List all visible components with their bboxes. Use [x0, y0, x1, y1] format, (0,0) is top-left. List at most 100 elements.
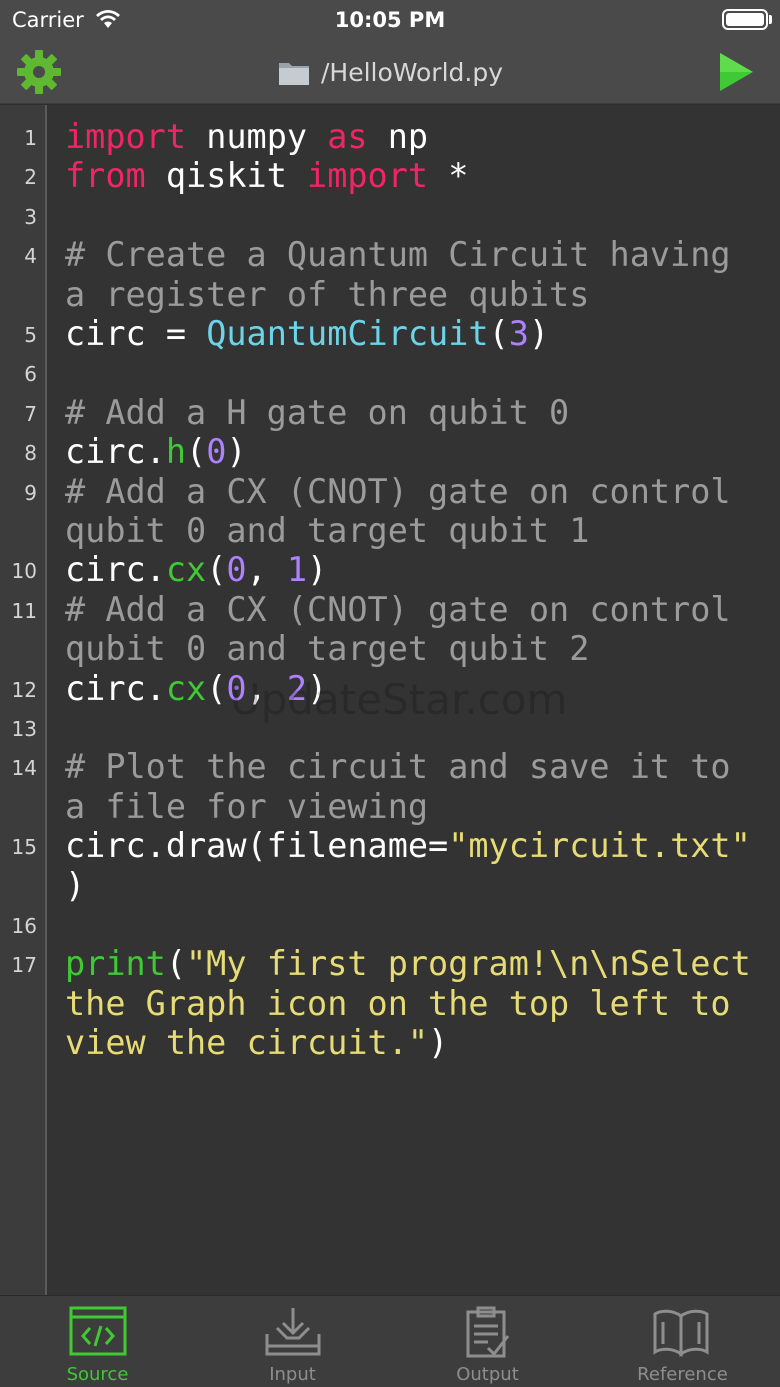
code-line[interactable]: # Add a H gate on qubit 0: [65, 393, 569, 433]
code-token: ,: [246, 550, 287, 590]
code-token: QuantumCircuit: [206, 314, 489, 353]
tab-input[interactable]: Input: [195, 1296, 390, 1387]
tab-output-label: Output: [456, 1364, 519, 1385]
input-download-icon: [265, 1308, 321, 1356]
tab-source[interactable]: Source: [0, 1296, 195, 1387]
line-number: 1: [24, 126, 37, 150]
code-line[interactable]: print("My first program!\n\nSelect: [65, 944, 751, 984]
code-token: ,: [246, 668, 287, 708]
output-clipboard-icon: [466, 1306, 510, 1358]
code-token: ): [65, 865, 86, 905]
code-token: circ =: [65, 314, 207, 353]
code-token: *: [448, 156, 469, 196]
code-token: h: [165, 432, 187, 472]
line-number: 9: [24, 480, 37, 505]
code-editor[interactable]: 1 2 3 4 5 6 7 8 9 10 11 12 13 14 15 16 17 import numpy a…: [0, 105, 780, 1295]
code-line[interactable]: import numpy as np: [65, 117, 428, 157]
code-line[interactable]: circ = QuantumCircuit(3): [65, 314, 549, 354]
code-token: # Add a CX (CNOT) gate on control: [65, 471, 731, 511]
code-line[interactable]: # Plot the circuit and save it to: [65, 747, 731, 787]
code-token: (: [206, 550, 227, 590]
code-token: np: [387, 117, 429, 156]
line-number: 13: [11, 717, 37, 741]
code-token: (: [488, 314, 509, 353]
tab-source-label: Source: [66, 1364, 129, 1385]
line-number: 7: [24, 401, 37, 426]
code-token: # Plot the circuit and save it to: [65, 747, 731, 787]
code-token: # Add a CX (CNOT) gate on control: [65, 589, 731, 629]
code-token: a file for viewing: [65, 786, 429, 826]
line-number: 11: [11, 598, 37, 623]
code-line[interactable]: # Add a CX (CNOT) gate on control: [65, 590, 731, 630]
code-token: import: [65, 117, 187, 156]
code-token: ): [428, 1023, 449, 1063]
tab-input-label: Input: [269, 1364, 316, 1385]
line-number: 10: [11, 559, 37, 584]
line-number: 8: [24, 441, 37, 466]
line-number: 12: [11, 677, 37, 702]
code-token: ): [226, 432, 247, 472]
line-number: 15: [11, 835, 37, 860]
code-token: # Add a H gate on qubit 0: [65, 392, 570, 432]
tab-reference[interactable]: Reference: [585, 1296, 780, 1387]
code-token: a register of three qubits: [65, 274, 590, 314]
code-token: 3: [508, 314, 529, 353]
code-token: (: [165, 944, 187, 984]
tab-bar: Source Input Output Reference: [0, 1295, 780, 1387]
battery-icon: [722, 9, 768, 30]
tab-output[interactable]: Output: [390, 1296, 585, 1387]
code-token: ): [307, 550, 328, 590]
status-bar: Carrier 10:05 PM: [0, 0, 780, 40]
code-line[interactable]: # Add a CX (CNOT) gate on control: [65, 472, 731, 512]
folder-icon: [278, 63, 309, 85]
line-number: 2: [24, 165, 37, 190]
code-line[interactable]: # Create a Quantum Circuit having: [65, 235, 731, 275]
code-line[interactable]: circ.draw(filename="mycircuit.txt": [65, 826, 751, 866]
code-token: circ.: [65, 550, 166, 590]
code-line[interactable]: qubit 0 and target qubit 2: [65, 629, 589, 669]
line-number: 5: [24, 323, 37, 347]
code-token: qiskit: [165, 156, 287, 196]
code-line[interactable]: a register of three qubits: [65, 275, 589, 315]
code-token: as: [327, 117, 368, 156]
file-title: /HelloWorld.py: [320, 57, 504, 87]
code-token: circ.: [65, 668, 166, 708]
nav-bar: /HelloWorld.py: [0, 40, 780, 104]
play-icon[interactable]: [716, 50, 756, 94]
code-line[interactable]: circ.cx(0, 1): [65, 550, 327, 590]
code-token: (: [186, 432, 207, 472]
code-token: print: [65, 944, 166, 984]
line-number-gutter: 1 2 3 4 5 6 7 8 9 10 11 12 13 14 15 16 17: [0, 105, 47, 1295]
code-line[interactable]: a file for viewing: [65, 787, 428, 827]
code-token: "mycircuit.txt": [448, 826, 751, 866]
code-token: view the circuit.": [65, 1023, 429, 1063]
code-token: 0: [206, 432, 227, 472]
code-token: qubit 0 and target qubit 2: [65, 629, 590, 669]
code-line[interactable]: view the circuit."): [65, 1023, 448, 1063]
code-line[interactable]: qubit 0 and target qubit 1: [65, 511, 589, 551]
code-token: cx: [165, 668, 207, 708]
code-line[interactable]: circ.h(0): [65, 432, 247, 472]
code-line[interactable]: ): [65, 866, 85, 906]
code-token: "My first program!\n\nSelect: [186, 944, 751, 984]
code-token: # Create a Quantum Circuit having: [65, 235, 731, 275]
nav-title-area[interactable]: /HelloWorld.py: [0, 40, 780, 104]
code-line[interactable]: the Graph icon on the top left to: [65, 984, 731, 1024]
line-number: 14: [11, 756, 37, 781]
code-token: numpy: [206, 117, 308, 156]
tab-reference-label: Reference: [637, 1364, 728, 1385]
line-number: 4: [24, 244, 37, 269]
code-token: the Graph icon on the top left to: [65, 983, 731, 1023]
code-token: ): [307, 668, 328, 708]
battery-cap: [769, 15, 772, 24]
code-token: cx: [165, 550, 207, 590]
code-token: circ.: [65, 432, 166, 472]
code-line[interactable]: circ.cx(0, 2): [65, 669, 327, 709]
code-token: qubit 0 and target qubit 1: [65, 511, 590, 550]
code-line[interactable]: from qiskit import *: [65, 156, 468, 196]
code-token: circ.draw(filename=: [65, 826, 449, 866]
line-number: 6: [24, 362, 37, 387]
code-token: (: [206, 668, 227, 708]
clock: 10:05 PM: [334, 8, 446, 32]
code-token: import: [307, 156, 429, 196]
